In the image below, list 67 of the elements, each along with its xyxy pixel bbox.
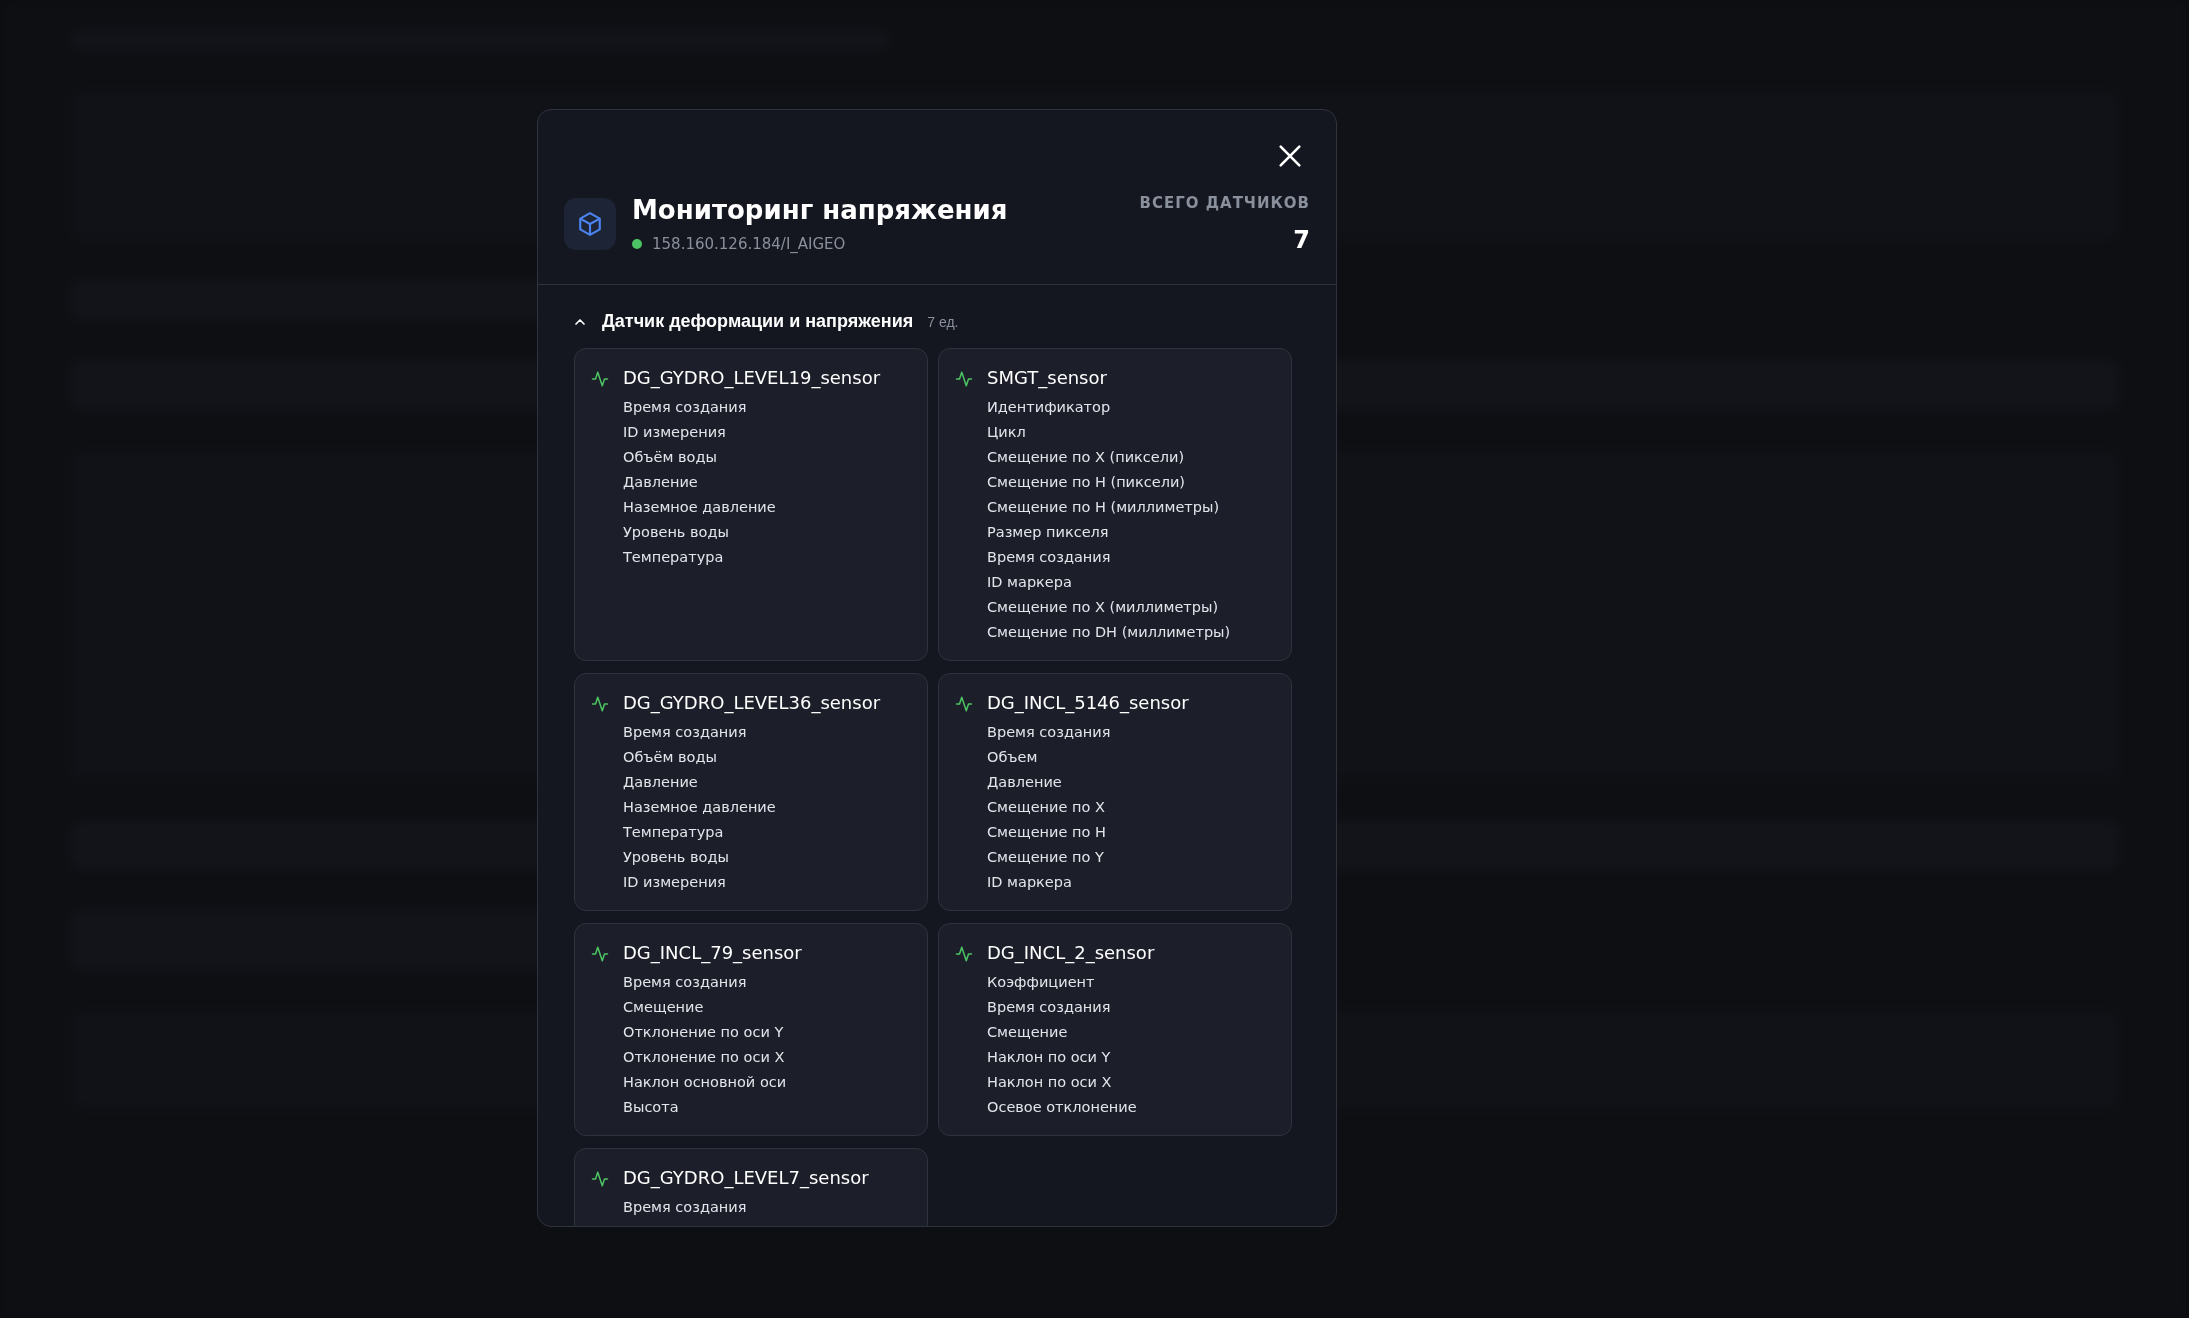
pulse-icon [591,1170,609,1188]
cube-icon [577,211,603,237]
sensor-field: Смещение по Y [987,848,1189,867]
sensor-field: Объём воды [623,748,881,767]
sensor-field: Наземное давление [623,798,881,817]
sensor-field: Время создания [987,998,1155,1017]
total-value: 7 [1293,226,1310,254]
sensor-field: Время создания [623,973,802,992]
sensor-field: Идентификатор [987,398,1231,417]
sensor-count: 7 ед. [927,313,959,330]
sensor-field: Время создания [623,1198,869,1217]
sensor-field: Наклон по оси X [987,1073,1155,1092]
sensor-name: DG_GYDRO_LEVEL7_sensor [623,1167,869,1188]
sensor-field: Наклон основной оси [623,1073,802,1092]
sensor-field: Давление [623,473,881,492]
status-dot [632,239,642,249]
sensor-field: Смещение по X (миллиметры) [987,598,1231,617]
sensor-field: ID маркера [987,873,1189,892]
sensor-field: ID измерения [623,873,881,892]
sensor-field: Осевое отклонение [987,1098,1155,1117]
sensor-field: Объем [987,748,1189,767]
sensor-name: DG_INCL_5146_sensor [987,692,1189,713]
pulse-icon [955,695,973,713]
sensor-field: Наклон по оси Y [987,1048,1155,1067]
sensor-field: Давление [987,773,1189,792]
sensor-field: Смещение по DH (миллиметры) [987,623,1231,642]
pulse-icon [955,370,973,388]
dialog-title: Мониторинг напряжения [632,195,1009,225]
sensor-field: Смещение по H (миллиметры) [987,498,1231,517]
sensor-field: Смещение по H (пиксели) [987,473,1231,492]
sensor-field: Коэффициент [987,973,1155,992]
sensor-field: Смещение по H [987,823,1189,842]
close-icon [1276,142,1304,170]
sensor-field: Высота [623,1098,802,1117]
sensor-field: Смещение по X [987,798,1189,817]
sensor-field: ID маркера [987,573,1231,592]
sensor-field: Уровень воды [623,523,881,542]
sensor-name: DG_INCL_79_sensor [623,942,802,963]
sensor-field: Температура [623,548,881,567]
sensor-field: Объём воды [623,448,881,467]
sensor-field: Уровень воды [623,848,881,867]
sensor-field: Цикл [987,423,1231,442]
sensor-field: Наземное давление [623,498,881,517]
sensor-field: Смещение [623,998,802,1017]
pulse-icon [591,695,609,713]
sensor-field: Размер пикселя [987,523,1231,542]
sensor-field: Отклонение по оси Y [623,1023,802,1042]
sensor-field: Время создания [987,723,1189,742]
pulse-icon [955,945,973,963]
sensor-field: Время создания [623,723,881,742]
sensor-field: Смещение [987,1023,1155,1042]
sensor-name: DG_INCL_2_sensor [987,942,1155,963]
pulse-icon [591,370,609,388]
total-label: ВСЕГО ДАТЧИКОВ [1139,194,1310,212]
server-address: 158.160.126.184/I_AIGEO [652,235,846,253]
sensor-field: Отклонение по оси X [623,1048,802,1067]
pulse-icon [591,945,609,963]
sensor-field: Время создания [623,398,881,417]
sensor-field: Смещение по X (пиксели) [987,448,1231,467]
sensor-name: DG_GYDRO_LEVEL36_sensor [623,692,881,713]
group-toggle[interactable]: Датчик деформации и напряжения 7 ед. [572,311,959,332]
sensor-field: Давление [623,773,881,792]
sensor-field: Время создания [987,548,1231,567]
sensor-field: Температура [623,823,881,842]
sensor-field: ID измерения [623,423,881,442]
sensor-name: SMGT_sensor [987,367,1108,388]
sensor-name: DG_GYDRO_LEVEL19_sensor [623,367,881,388]
